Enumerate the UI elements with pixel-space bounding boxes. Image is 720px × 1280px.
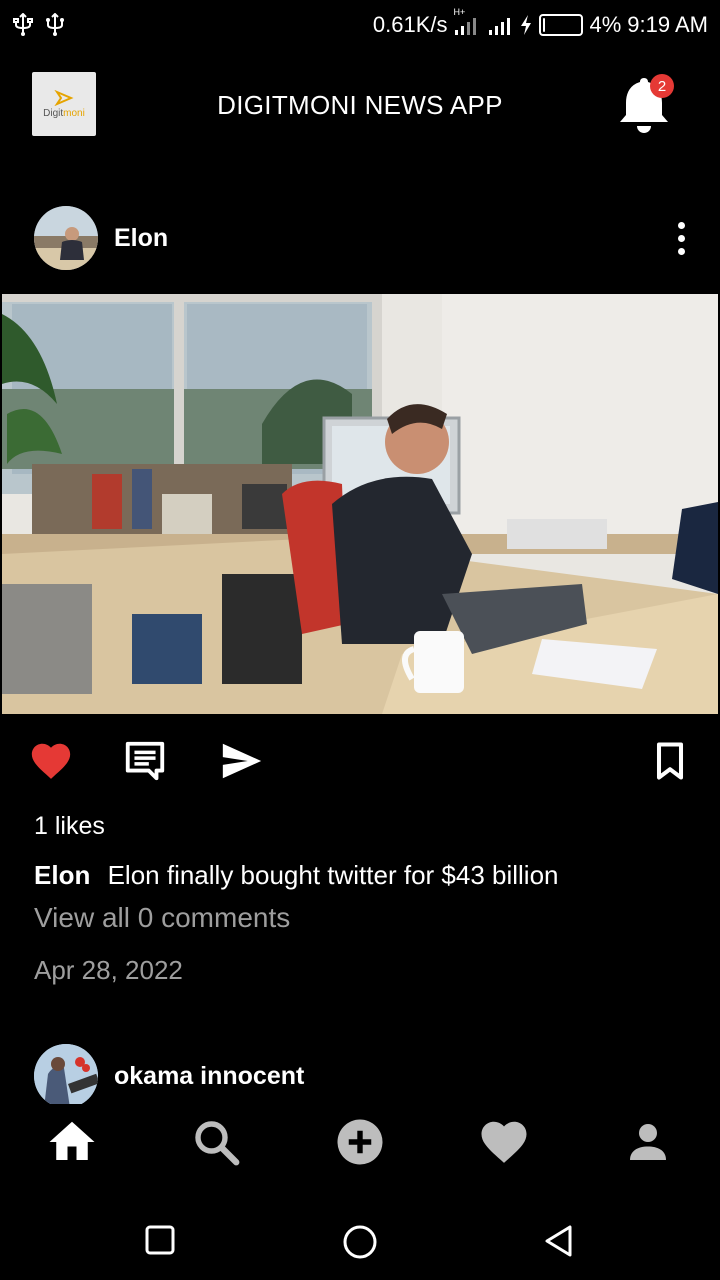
nav-home[interactable]: [44, 1114, 100, 1170]
notification-badge: 2: [650, 74, 674, 98]
logo-text: Digitmoni: [43, 107, 85, 119]
post-date: Apr 28, 2022: [34, 955, 183, 985]
nav-search[interactable]: [188, 1114, 244, 1170]
nav-activity[interactable]: [476, 1114, 532, 1170]
usb-icon: [13, 13, 33, 36]
heart-icon: [31, 743, 71, 779]
system-nav: [0, 1204, 720, 1280]
view-comments-link[interactable]: View all 0 comments: [34, 902, 290, 934]
bottom-nav: [0, 1104, 720, 1204]
recents-button[interactable]: [144, 1224, 176, 1261]
share-button[interactable]: [218, 738, 266, 789]
caption-text: Elon finally bought twitter for $43 bill…: [107, 860, 559, 890]
square-icon: [145, 1225, 175, 1255]
home-icon: [49, 1121, 95, 1160]
bookmark-icon: [656, 742, 684, 780]
heart-icon: [481, 1121, 527, 1163]
more-options-icon[interactable]: [676, 221, 686, 255]
clock: 9:19 AM: [627, 12, 708, 37]
nav-add[interactable]: [332, 1114, 388, 1170]
home-system-button[interactable]: [342, 1224, 378, 1265]
nav-profile[interactable]: [620, 1114, 676, 1170]
battery-percent: 4%: [589, 12, 622, 37]
post-header: Elon: [34, 206, 686, 270]
charging-icon: [521, 15, 532, 35]
back-button[interactable]: [542, 1224, 576, 1263]
battery-level: [543, 18, 546, 32]
post-actions: [28, 738, 692, 788]
battery-icon: [539, 14, 584, 36]
next-author-avatar[interactable]: [34, 1044, 98, 1108]
comment-button[interactable]: [122, 738, 168, 789]
next-author-name[interactable]: okama innocent: [114, 1062, 304, 1091]
profile-icon: [630, 1124, 666, 1160]
app-header: Digitmoni DIGITMONI NEWS APP 2: [0, 50, 720, 160]
author-name[interactable]: Elon: [114, 224, 168, 253]
post-image[interactable]: [2, 294, 718, 714]
status-right: 0.61K/s H+ 4% 9:19 AM: [372, 7, 708, 38]
network-speed: 0.61K/s: [372, 12, 448, 37]
caption-author[interactable]: Elon: [34, 860, 90, 890]
logo-arrow-icon: [54, 89, 74, 106]
back-triangle-icon: [545, 1225, 572, 1257]
status-bar: 0.61K/s H+ 4% 9:19 AM: [0, 0, 720, 50]
signal-icon: [489, 18, 511, 35]
app-logo[interactable]: Digitmoni: [32, 72, 96, 136]
notifications-button[interactable]: 2: [612, 72, 676, 136]
likes-count: 1 likes: [34, 812, 105, 840]
send-icon: [222, 743, 262, 779]
add-icon: [337, 1119, 383, 1165]
comment-icon: [125, 741, 165, 781]
author-avatar[interactable]: [34, 206, 98, 270]
like-button[interactable]: [28, 738, 74, 789]
search-icon: [195, 1121, 240, 1166]
circle-icon: [343, 1225, 377, 1259]
bookmark-button[interactable]: [648, 738, 692, 789]
post-caption: Elon Elon finally bought twitter for $43…: [34, 860, 559, 891]
usb-debug-icon: [46, 13, 64, 36]
status-left: [12, 13, 66, 37]
signal-hplus-icon: H+: [453, 7, 481, 37]
next-post-header: okama innocent: [34, 1044, 304, 1108]
